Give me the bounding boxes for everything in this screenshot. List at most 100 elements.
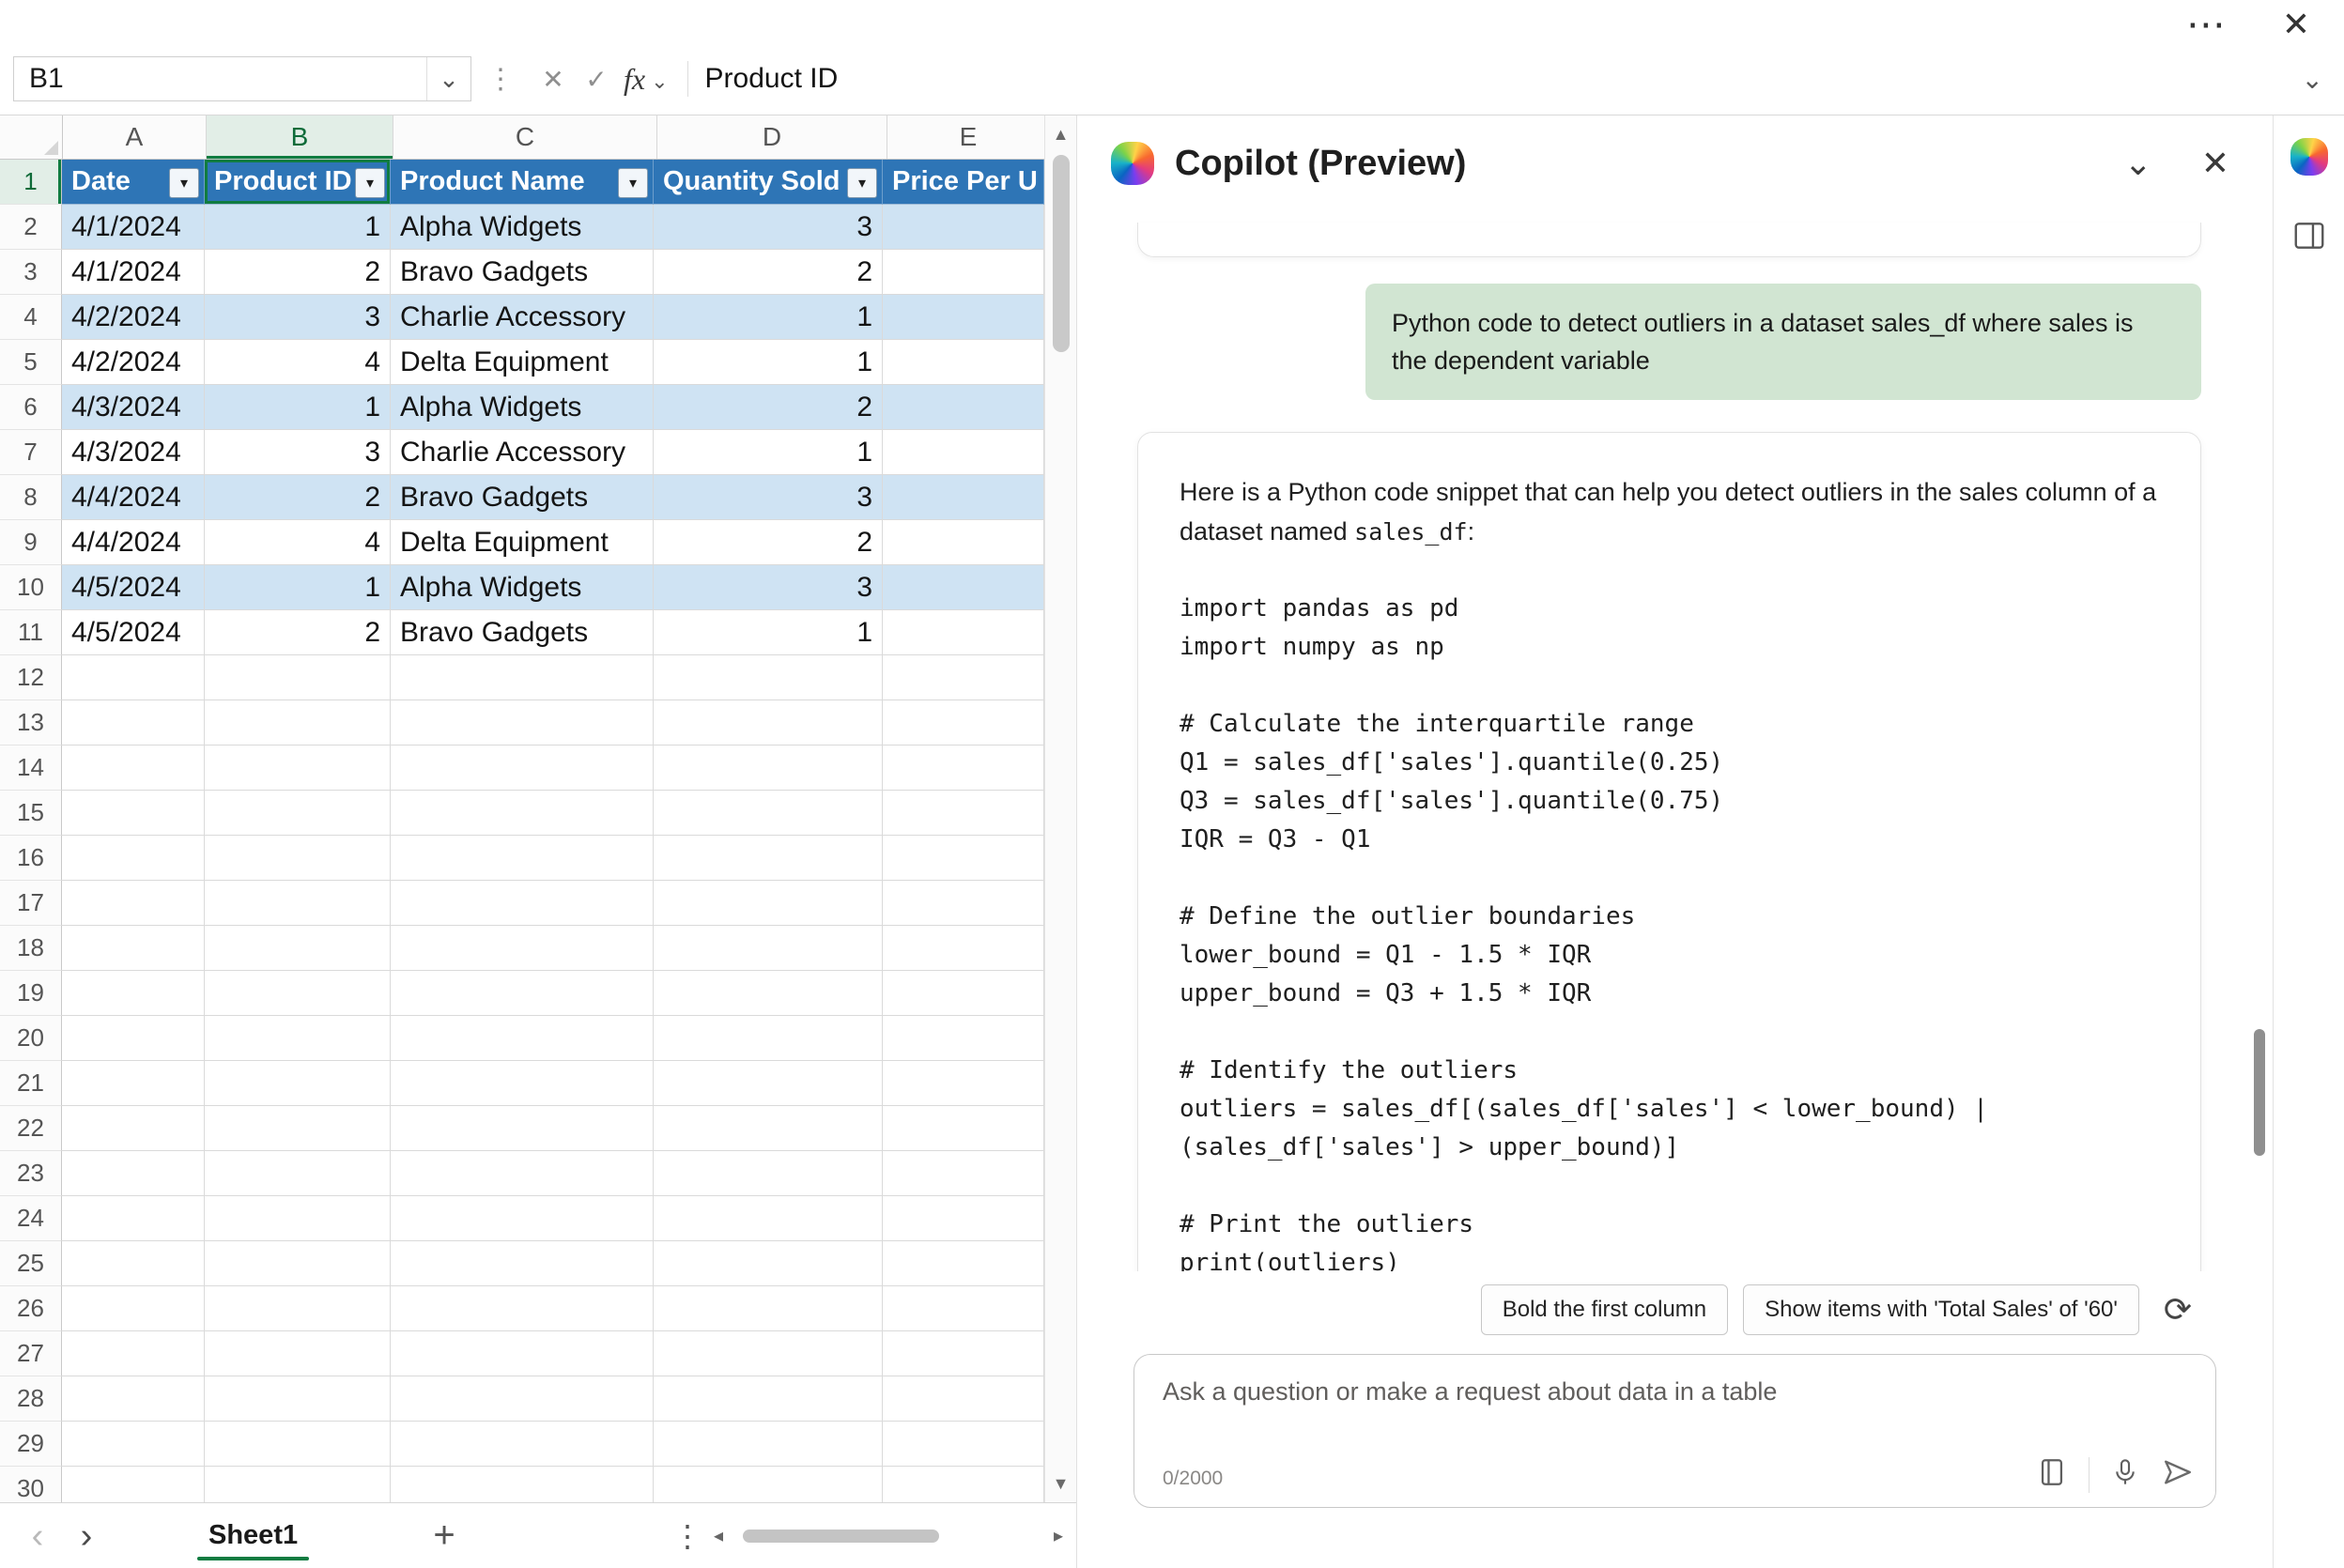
grid-cell[interactable] (883, 1376, 1044, 1422)
row-header-12[interactable]: 12 (0, 655, 62, 700)
grid-cell[interactable] (654, 791, 883, 836)
grid-cell[interactable] (883, 340, 1044, 385)
row-header-23[interactable]: 23 (0, 1151, 62, 1196)
row-header-30[interactable]: 30 (0, 1467, 62, 1502)
grid-cell[interactable]: 4/5/2024 (62, 610, 205, 655)
grid-cell[interactable] (883, 926, 1044, 971)
row-header-26[interactable]: 26 (0, 1286, 62, 1331)
scroll-up-icon[interactable]: ▲ (1053, 121, 1070, 147)
header-cell-quantity-sold[interactable]: Quantity Sold▾ (654, 160, 883, 205)
grid-cell[interactable] (391, 926, 654, 971)
grid-cell[interactable] (62, 1196, 205, 1241)
sheet-options-icon[interactable]: ⋮ (667, 1518, 708, 1554)
add-sheet-button[interactable]: + (420, 1514, 469, 1557)
grid-cell[interactable]: 2 (205, 250, 391, 295)
grid-cell[interactable] (654, 700, 883, 746)
copilot-scrollbar-thumb[interactable] (2254, 1029, 2265, 1156)
grid-cell[interactable]: Delta Equipment (391, 520, 654, 565)
column-header-C[interactable]: C (393, 115, 657, 159)
row-header-16[interactable]: 16 (0, 836, 62, 881)
grid-cell[interactable] (391, 1151, 654, 1196)
grid-cell[interactable] (205, 881, 391, 926)
grid-cell[interactable]: 4/5/2024 (62, 565, 205, 610)
grid-cell[interactable] (391, 836, 654, 881)
grid-cell[interactable] (205, 791, 391, 836)
row-header-22[interactable]: 22 (0, 1106, 62, 1151)
grid-cell[interactable]: 4/2/2024 (62, 340, 205, 385)
grid-cell[interactable] (62, 1151, 205, 1196)
grid-cell[interactable]: Alpha Widgets (391, 205, 654, 250)
filter-button[interactable]: ▾ (847, 168, 877, 198)
grid-cell[interactable] (883, 1422, 1044, 1467)
grid-cell[interactable] (883, 1241, 1044, 1286)
grid-cell[interactable] (654, 1286, 883, 1331)
grid-cell[interactable]: Alpha Widgets (391, 385, 654, 430)
copilot-close-icon[interactable]: ✕ (2201, 146, 2229, 180)
grid-cell[interactable] (391, 1196, 654, 1241)
grid-cell[interactable]: 4/3/2024 (62, 430, 205, 475)
grid-cell[interactable] (205, 746, 391, 791)
grid-cell[interactable] (62, 791, 205, 836)
filter-button[interactable]: ▾ (618, 168, 648, 198)
row-header-18[interactable]: 18 (0, 926, 62, 971)
next-sheet-icon[interactable]: › (62, 1518, 111, 1554)
grid-cell[interactable] (883, 475, 1044, 520)
formula-input[interactable]: Product ID (705, 63, 2302, 95)
grid-cell[interactable]: 3 (654, 205, 883, 250)
row-header-24[interactable]: 24 (0, 1196, 62, 1241)
grid-cell[interactable]: 4/1/2024 (62, 205, 205, 250)
grid-cell[interactable] (62, 700, 205, 746)
grid-cell[interactable] (391, 881, 654, 926)
filter-button[interactable]: ▾ (169, 168, 199, 198)
suggestion-chip[interactable]: Bold the first column (1481, 1284, 1728, 1335)
sheet-tab-sheet1[interactable]: Sheet1 (190, 1503, 316, 1568)
grid-cell[interactable]: 2 (654, 385, 883, 430)
grid-cell[interactable] (883, 1016, 1044, 1061)
grid-cell[interactable] (883, 881, 1044, 926)
grid-cell[interactable] (205, 1422, 391, 1467)
scroll-down-icon[interactable]: ▼ (1053, 1470, 1070, 1497)
grid-cell[interactable] (883, 1106, 1044, 1151)
grid-cell[interactable]: 4/3/2024 (62, 385, 205, 430)
row-header-17[interactable]: 17 (0, 881, 62, 926)
header-cell-date[interactable]: Date▾ (62, 160, 205, 205)
grid-cell[interactable] (883, 700, 1044, 746)
grid-cell[interactable] (654, 836, 883, 881)
header-cell-product-name[interactable]: Product Name▾ (391, 160, 654, 205)
grid-cell[interactable] (654, 1196, 883, 1241)
row-header-1[interactable]: 1 (0, 160, 62, 205)
prev-sheet-icon[interactable]: ‹ (13, 1518, 62, 1554)
row-header-25[interactable]: 25 (0, 1241, 62, 1286)
horizontal-scrollbar[interactable]: ◂ ▸ (714, 1524, 1063, 1547)
grid-cell[interactable] (654, 1106, 883, 1151)
grid-cell[interactable]: 1 (654, 340, 883, 385)
grid-cell[interactable] (654, 971, 883, 1016)
grid-cell[interactable]: 4 (205, 520, 391, 565)
row-header-8[interactable]: 8 (0, 475, 62, 520)
grid-cell[interactable] (62, 1106, 205, 1151)
name-box-chevron-icon[interactable]: ⌄ (426, 57, 470, 100)
grid-cell[interactable] (654, 1151, 883, 1196)
grid-cell[interactable] (62, 971, 205, 1016)
grid-cell[interactable]: Charlie Accessory (391, 430, 654, 475)
formula-cancel-icon[interactable]: ✕ (532, 64, 575, 95)
grid-cell[interactable] (391, 1331, 654, 1376)
grid-cell[interactable]: 4 (205, 340, 391, 385)
insert-function-chevron-icon[interactable]: ⌄ (651, 69, 668, 94)
grid-cell[interactable] (883, 1331, 1044, 1376)
row-header-14[interactable]: 14 (0, 746, 62, 791)
grid-cell[interactable] (654, 1467, 883, 1502)
grid-cell[interactable] (883, 1467, 1044, 1502)
grid-cell[interactable] (391, 1106, 654, 1151)
grid-cell[interactable] (391, 1286, 654, 1331)
window-more-icon[interactable]: ⋯ (2186, 5, 2228, 44)
grid-cell[interactable] (205, 1241, 391, 1286)
filter-button[interactable]: ▾ (355, 168, 385, 198)
grid-cell[interactable] (205, 836, 391, 881)
row-header-10[interactable]: 10 (0, 565, 62, 610)
send-icon[interactable] (2161, 1455, 2195, 1494)
grid-cell[interactable]: 1 (205, 565, 391, 610)
grid-cell[interactable] (391, 746, 654, 791)
grid-cell[interactable] (654, 1376, 883, 1422)
row-header-27[interactable]: 27 (0, 1331, 62, 1376)
